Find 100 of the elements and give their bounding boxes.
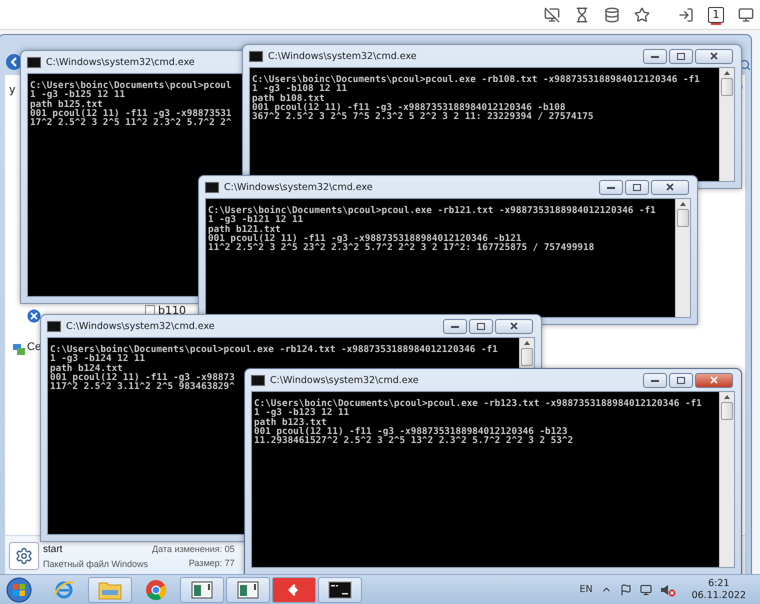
console-icon [205, 182, 219, 192]
console-line: path b108.txt [252, 94, 325, 103]
folder-icon [98, 580, 122, 600]
scroll-up-icon[interactable] [524, 341, 530, 345]
monitor-icon[interactable] [738, 6, 754, 22]
console-line: C:\Users\boinc\Documents\pcoul>pcoul.exe -rb108.txt -x9887353188984012120346 -f1 [252, 75, 700, 84]
maximize-button[interactable] [669, 48, 693, 64]
console-line: 001 pcoul(12 11) -f11 -g3 -x98873 [50, 372, 235, 382]
flag-icon[interactable] [620, 584, 632, 596]
console-line: 001 pcoul(12 11) -f11 -g3 -x9887353188984012120346 -b108 [252, 102, 566, 112]
console-line: path b123.txt [254, 418, 327, 427]
window-title: C:\Windows\system32\cmd.exe [268, 50, 418, 62]
console-line: 1 -g3 -b124 12 11 [50, 354, 146, 364]
console-icon [251, 374, 265, 386]
maximize-icon [477, 322, 485, 330]
close-icon [710, 52, 718, 60]
search-icon[interactable] [739, 59, 751, 71]
window-icon [191, 580, 213, 598]
minimize-button[interactable] [443, 318, 467, 334]
file-size: Размер: 77 [188, 558, 235, 568]
scrollbar-thumb[interactable] [521, 348, 533, 366]
muted-speaker-icon[interactable] [660, 582, 676, 596]
console-line: 11^2 2.5^2 3 2^5 23^2 2.3^2 5.7^2 2^2 3 2 17^2: 167725875 / 757499918 [208, 243, 594, 252]
hourglass-icon[interactable] [574, 6, 590, 22]
network-icon [13, 343, 25, 355]
browser-icon [53, 578, 75, 600]
taskbar-button[interactable] [180, 576, 224, 602]
console-icon [249, 50, 263, 62]
console-line: C:\Users\boinc\Documents\pcoul>pcoul.exe -rb123.txt -x9887353188984012120346 -f1 [254, 399, 702, 408]
sign-in-icon[interactable] [678, 6, 694, 22]
window-icon [237, 580, 259, 598]
homegroup-icon[interactable] [27, 309, 41, 323]
scrollbar-thumb[interactable] [677, 209, 689, 227]
file-item[interactable]: b110 [158, 304, 186, 317]
remote-app-icon [273, 578, 315, 602]
maximize-icon [677, 376, 685, 384]
console-line: 1 -g3 -b123 12 11 [254, 408, 350, 418]
console-line: C:\Users\boinc\Documents\pcoul>pcoul.exe -rb124.txt -x9887353188984012120346 -f1 [50, 345, 498, 354]
close-button[interactable] [651, 180, 689, 194]
close-icon [666, 183, 674, 191]
close-button[interactable] [695, 372, 733, 388]
star-icon[interactable] [634, 6, 650, 22]
modified-date: Дата изменения: 05 [152, 544, 235, 554]
close-button[interactable] [495, 318, 533, 334]
window-title: C:\Windows\system32\cmd.exe [46, 56, 196, 68]
scrollbar-thumb[interactable] [721, 78, 733, 96]
minimize-icon [651, 378, 659, 382]
maximize-icon [633, 184, 641, 190]
file-type: Пакетный файл Windows [43, 558, 148, 568]
maximize-button[interactable] [669, 372, 693, 388]
console-line: C:\Users\boinc\Documents\pcoul>pcoul [30, 81, 232, 90]
window-title: C:\Windows\system32\cmd.exe [66, 320, 216, 332]
tab-count[interactable]: 1 [708, 6, 724, 22]
minimize-icon [607, 186, 615, 188]
console-line: 17^2 2.5^2 3 2^5 11^2 2.3^2 5.7^2 2^ [30, 118, 232, 128]
close-icon [510, 322, 518, 330]
console-icon [47, 320, 61, 332]
settings-icon [9, 542, 39, 570]
maximize-button[interactable] [469, 318, 493, 334]
scroll-up-icon[interactable] [680, 202, 686, 206]
minimize-button[interactable] [643, 48, 667, 64]
start-button[interactable] [4, 576, 34, 602]
network-icon[interactable] [640, 584, 652, 596]
window-title: C:\Windows\system32\cmd.exe [224, 182, 374, 192]
minimize-icon [451, 324, 459, 328]
close-icon [710, 376, 718, 384]
taskbar-button[interactable] [226, 576, 270, 602]
console-icon [27, 56, 41, 68]
clock-date[interactable]: 06.11.2022 [692, 590, 746, 602]
minimize-icon [651, 54, 659, 58]
console-line: path b121.txt [208, 224, 281, 234]
maximize-icon [677, 52, 685, 60]
minimize-button[interactable] [599, 180, 623, 194]
console-line: 367^2 2.5^2 3 2^5 7^5 2.3^2 5 2^2 3 2 11: 23229394 / 27574175 [252, 112, 594, 122]
window-title: C:\Windows\system32\cmd.exe [270, 374, 420, 386]
taskbar-button[interactable] [318, 576, 362, 602]
console-line: 1 -g3 -b121 12 11 [208, 215, 304, 225]
console-line: path b124.txt [50, 364, 123, 373]
screen-off-icon[interactable] [544, 6, 560, 22]
database-icon[interactable] [604, 6, 620, 22]
console-line: C:\Users\boinc\Documents\pcoul>pcoul.exe -rb121.txt -x9887353188984012120346 -f1 [208, 206, 656, 216]
console-line: 117^2 2.5^2 3.11^2 2^5 983463829^ [50, 382, 235, 392]
nav-label: у [9, 83, 16, 96]
console-line: path b125.txt [30, 100, 103, 109]
minimize-button[interactable] [643, 372, 667, 388]
console-line: 001 pcoul(12 11) -f11 -g3 -x98873531 [30, 108, 232, 118]
console-line: 1 -g3 -b108 12 11 [252, 84, 348, 94]
maximize-button[interactable] [625, 180, 649, 194]
scrollbar-thumb[interactable] [721, 402, 733, 420]
console-icon [328, 580, 352, 598]
console-line: 001 pcoul(12 11) -f11 -g3 -x9887353188984012120346 -b121 [208, 234, 522, 244]
language-indicator[interactable]: EN [579, 584, 593, 595]
sidebar-item[interactable]: Ce [27, 341, 42, 353]
console-line: 001 pcoul(12 11) -f11 -g3 -x9887353188984012120346 -b123 [254, 426, 568, 436]
console-line: 1 -g3 -b125 12 11 [30, 90, 126, 100]
clock-time[interactable]: 6:21 [708, 578, 730, 590]
close-button[interactable] [695, 48, 733, 64]
file-name: start [43, 544, 64, 554]
scroll-up-icon[interactable] [724, 395, 730, 399]
chrome-icon [145, 578, 167, 600]
